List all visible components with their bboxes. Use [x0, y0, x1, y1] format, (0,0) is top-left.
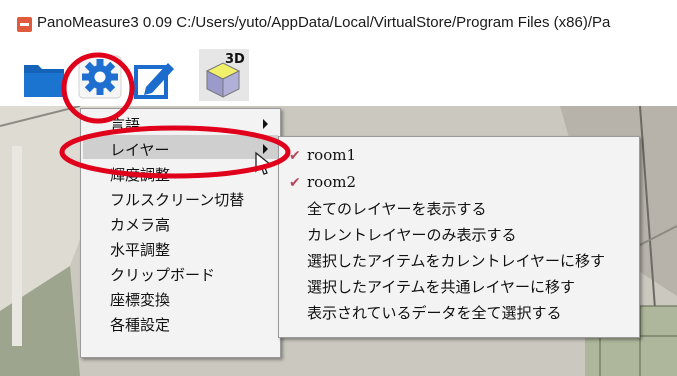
menu-item-fullscreen-toggle[interactable]: フルスクリーン切替 [110, 189, 244, 210]
menu-item-brightness[interactable]: 輝度調整 [110, 164, 170, 185]
toolbar: 3D [0, 40, 677, 106]
3d-cube-icon[interactable]: 3D [199, 49, 249, 101]
menu-item-coordinate-transform[interactable]: 座標変換 [110, 289, 170, 310]
submenu-arrow-icon [263, 119, 268, 129]
check-icon: ✔ [289, 148, 301, 164]
menu-item-move-to-current-layer[interactable]: 選択したアイテムをカレントレイヤーに移す [307, 250, 605, 271]
layer-submenu: ✔ room1 ✔ room2 全てのレイヤーを表示する カレントレイヤーのみ表… [278, 136, 640, 338]
menu-item-clipboard[interactable]: クリップボード [110, 264, 215, 285]
layer-item-room1[interactable]: room1 [307, 146, 356, 164]
menu-item-language[interactable]: 言語 [110, 114, 140, 135]
menu-item-select-all-visible-data[interactable]: 表示されているデータを全て選択する [307, 302, 562, 323]
menu-item-horizontal-adjust[interactable]: 水平調整 [110, 239, 170, 260]
mouse-cursor-icon [255, 151, 273, 175]
menu-item-settings[interactable]: 各種設定 [110, 314, 170, 335]
title-bar: PanoMeasure3 0.09 C:/Users/yuto/AppData/… [0, 0, 677, 40]
edit-icon[interactable] [132, 57, 176, 101]
layer-item-room2[interactable]: room2 [307, 173, 356, 191]
menu-item-camera-height[interactable]: カメラ高 [110, 214, 170, 235]
settings-context-menu: 言語 レイヤー 輝度調整 フルスクリーン切替 カメラ高 水平調整 クリップボード… [80, 108, 281, 358]
app-icon [17, 17, 32, 32]
gear-icon[interactable] [76, 53, 124, 101]
folder-icon[interactable] [22, 59, 66, 99]
window-title: PanoMeasure3 0.09 C:/Users/yuto/AppData/… [37, 14, 611, 31]
menu-item-show-current-layer-only[interactable]: カレントレイヤーのみ表示する [307, 224, 517, 245]
check-icon: ✔ [289, 175, 301, 191]
menu-item-show-all-layers[interactable]: 全てのレイヤーを表示する [307, 198, 487, 219]
menu-item-move-to-common-layer[interactable]: 選択したアイテムを共通レイヤーに移す [307, 276, 575, 297]
menu-item-layer[interactable]: レイヤー [110, 139, 170, 160]
cube-3d-label: 3D [225, 52, 245, 67]
